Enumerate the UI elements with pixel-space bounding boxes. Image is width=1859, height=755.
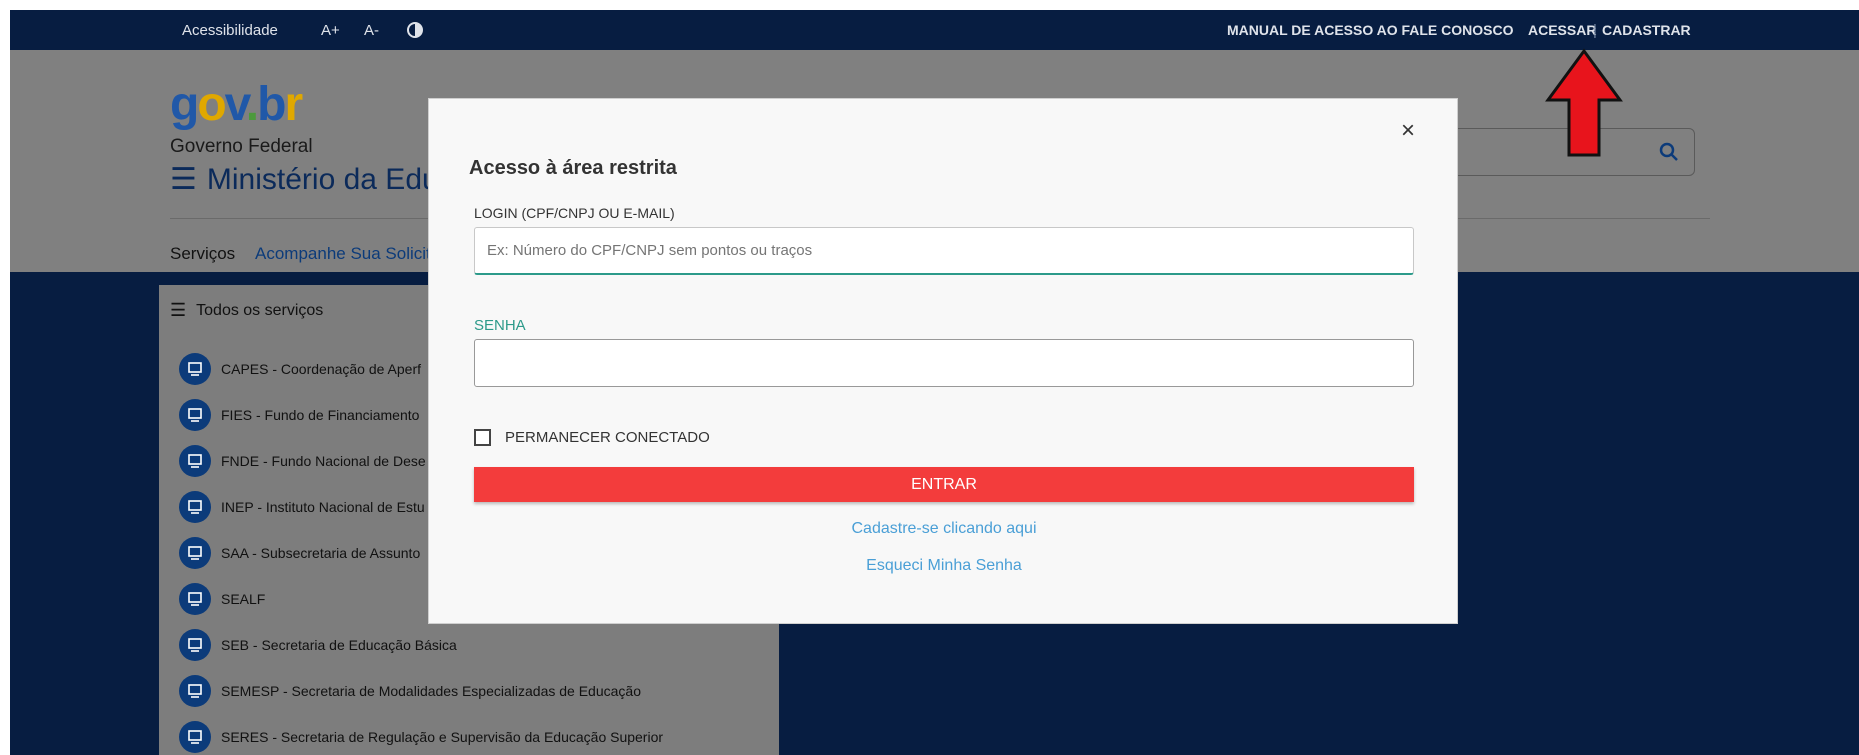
government-label: Governo Federal xyxy=(170,136,313,157)
services-panel-label: Todos os serviços xyxy=(196,301,324,319)
monitor-icon xyxy=(179,629,211,661)
login-label: LOGIN (CPF/CNPJ OU E-MAIL) xyxy=(474,205,675,221)
monitor-icon xyxy=(179,583,211,615)
login-modal: × Acesso à área restrita LOGIN (CPF/CNPJ… xyxy=(428,98,1458,624)
top-bar: Acessibilidade A+ A- MANUAL DE ACESSO AO… xyxy=(10,10,1859,50)
list-item-label: FIES - Fundo de Financiamento xyxy=(221,407,420,423)
list-item-label: INEP - Instituto Nacional de Estu xyxy=(221,499,425,515)
menu-icon[interactable]: ☰ xyxy=(170,162,197,197)
nav-servicos[interactable]: Serviços xyxy=(170,244,235,264)
password-input[interactable] xyxy=(474,339,1414,387)
list-item[interactable]: CAPES - Coordenação de Aperf xyxy=(179,353,421,385)
monitor-icon xyxy=(179,537,211,569)
search-icon[interactable] xyxy=(1658,141,1680,163)
monitor-icon xyxy=(179,675,211,707)
nav-acompanhe[interactable]: Acompanhe Sua Solicita xyxy=(255,244,440,264)
list-item[interactable]: FIES - Fundo de Financiamento xyxy=(179,399,419,431)
acessar-link[interactable]: ACESSAR xyxy=(1528,22,1596,39)
remember-row[interactable]: PERMANECER CONECTADO xyxy=(474,429,710,446)
list-item-label: SERES - Secretaria de Regulação e Superv… xyxy=(221,729,664,745)
list-item[interactable]: SEALF xyxy=(179,583,265,615)
page-frame: Acessibilidade A+ A- MANUAL DE ACESSO AO… xyxy=(10,10,1859,755)
manual-access-link[interactable]: MANUAL DE ACESSO AO FALE CONOSCO xyxy=(1227,22,1514,39)
remember-label: PERMANECER CONECTADO xyxy=(505,429,710,446)
list-item[interactable]: FNDE - Fundo Nacional de Dese xyxy=(179,445,426,477)
remember-checkbox[interactable] xyxy=(474,429,491,446)
list-item-label: SEB - Secretaria de Educação Básica xyxy=(221,637,457,653)
font-increase-button[interactable]: A+ xyxy=(321,22,340,39)
font-decrease-button[interactable]: A- xyxy=(364,22,379,39)
menu-icon: ☰ xyxy=(170,300,187,320)
list-item-label: SAA - Subsecretaria de Assunto xyxy=(221,545,421,561)
list-item[interactable]: SEB - Secretaria de Educação Básica xyxy=(179,629,457,661)
list-item-label: SEMESP - Secretaria de Modalidades Espec… xyxy=(221,683,641,699)
red-arrow-annotation xyxy=(1545,48,1623,157)
modal-title: Acesso à área restrita xyxy=(469,157,677,179)
register-link[interactable]: Cadastre-se clicando aqui xyxy=(474,520,1414,538)
monitor-icon xyxy=(179,353,211,385)
accessibility-link[interactable]: Acessibilidade xyxy=(182,22,278,39)
cadastrar-link[interactable]: CADASTRAR xyxy=(1602,22,1691,39)
ministry-title: ☰ Ministério da Edu xyxy=(170,162,439,197)
list-item[interactable]: INEP - Instituto Nacional de Estu xyxy=(179,491,425,523)
list-item[interactable]: SEMESP - Secretaria de Modalidades Espec… xyxy=(179,675,641,707)
topbar-separator: | xyxy=(1593,22,1597,39)
list-item-label: FNDE - Fundo Nacional de Dese xyxy=(221,453,426,469)
password-label: SENHA xyxy=(474,317,526,334)
govbr-logo[interactable]: gov.br xyxy=(170,80,303,130)
login-input[interactable] xyxy=(474,227,1414,275)
list-item[interactable]: SERES - Secretaria de Regulação e Superv… xyxy=(179,721,663,753)
forgot-password-link[interactable]: Esqueci Minha Senha xyxy=(474,557,1414,575)
ministry-name: Ministério da Edu xyxy=(206,162,439,196)
monitor-icon xyxy=(179,445,211,477)
list-item[interactable]: SAA - Subsecretaria de Assunto xyxy=(179,537,420,569)
list-item-label: CAPES - Coordenação de Aperf xyxy=(221,361,422,377)
list-item-label: SEALF xyxy=(221,591,266,607)
services-panel-title[interactable]: ☰ Todos os serviços xyxy=(170,300,323,321)
submit-button[interactable]: ENTRAR xyxy=(474,467,1414,502)
monitor-icon xyxy=(179,721,211,753)
contrast-icon[interactable] xyxy=(406,21,424,43)
monitor-icon xyxy=(179,491,211,523)
monitor-icon xyxy=(179,399,211,431)
close-icon[interactable]: × xyxy=(1401,117,1415,145)
